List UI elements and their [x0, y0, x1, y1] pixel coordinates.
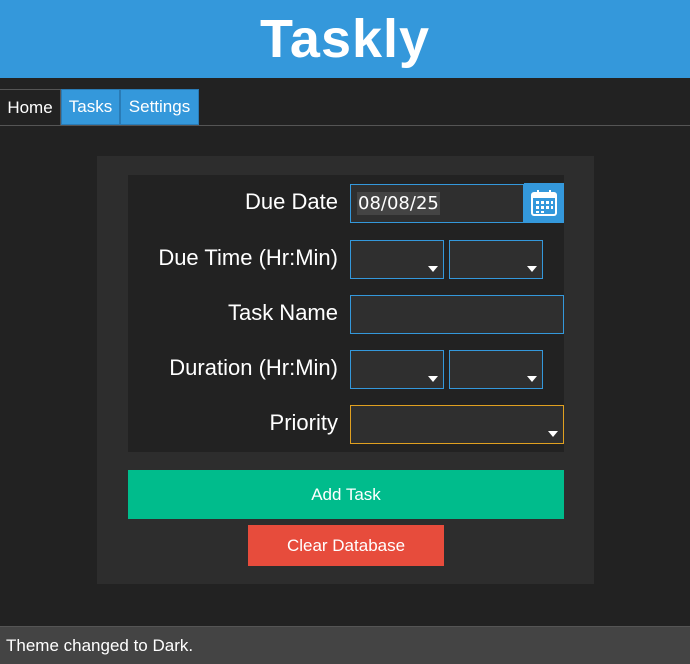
task-name-label: Task Name [227, 300, 338, 325]
calendar-icon [531, 190, 557, 216]
tab-bar: Home Tasks Settings [0, 89, 690, 126]
priority-select[interactable] [350, 405, 564, 444]
due-time-label: Due Time (Hr:Min) [158, 245, 338, 270]
due-time-hour-select[interactable] [350, 240, 444, 279]
due-date-value: 08/08/25 [357, 192, 440, 215]
due-date-label: Due Date [245, 189, 338, 214]
priority-label: Priority [269, 410, 338, 435]
app-title: Taskly [259, 9, 431, 69]
clear-database-button[interactable]: Clear Database [248, 525, 444, 566]
due-time-minute-select[interactable] [449, 240, 543, 279]
duration-hour-select[interactable] [350, 350, 444, 389]
status-message: Theme changed to Dark. [6, 635, 194, 655]
tab-home[interactable]: Home [0, 89, 61, 125]
chevron-down-icon [428, 266, 438, 272]
chevron-down-icon [527, 266, 537, 272]
chevron-down-icon [428, 376, 438, 382]
duration-minute-select[interactable] [449, 350, 543, 389]
task-name-input[interactable] [350, 295, 564, 334]
status-bar: Theme changed to Dark. [0, 626, 690, 664]
calendar-button[interactable] [524, 183, 564, 223]
tab-settings[interactable]: Settings [120, 89, 199, 125]
tab-tasks[interactable]: Tasks [61, 89, 120, 125]
app-header: Taskly [0, 0, 690, 78]
chevron-down-icon [548, 431, 558, 437]
chevron-down-icon [527, 376, 537, 382]
due-date-input[interactable]: 08/08/25 [350, 184, 524, 223]
add-task-button[interactable]: Add Task [128, 470, 564, 519]
duration-label: Duration (Hr:Min) [169, 355, 338, 380]
